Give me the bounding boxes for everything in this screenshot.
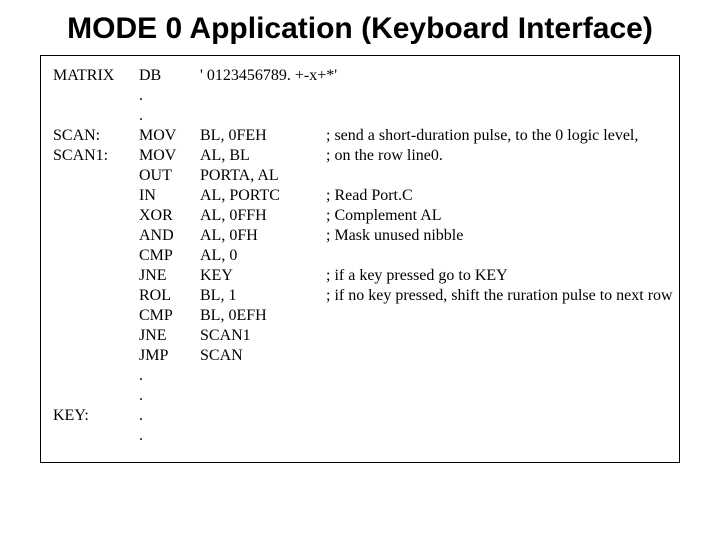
code-line-comment: ; Read Port.C — [326, 186, 667, 206]
code-line-op: CMP — [139, 306, 194, 326]
code-line: JNE KEY ; if a key pressed go to KEY — [53, 266, 667, 286]
code-line-label — [53, 86, 133, 106]
code-line-op: MOV — [139, 126, 194, 146]
code-line-operand: AL, 0FFH — [200, 206, 320, 226]
code-line-comment: ; Complement AL — [326, 206, 667, 226]
code-line: SCAN: MOV BL, 0FEH ; send a short-duration … — [53, 126, 667, 146]
code-line-op: MOV — [139, 146, 194, 166]
code-line-label — [53, 226, 133, 246]
code-line-comment — [326, 366, 667, 386]
code-line: SCAN1: MOV AL, BL ; on the row line0. — [53, 146, 667, 166]
code-line-label — [53, 346, 133, 366]
code-line: . — [53, 366, 667, 386]
code-line-comment — [326, 426, 667, 446]
code-line-op: JNE — [139, 326, 194, 346]
code-line-operand: PORTA, AL — [200, 166, 320, 186]
code-line-operand: SCAN1 — [200, 326, 320, 346]
code-line-label — [53, 246, 133, 266]
code-line-comment — [326, 166, 667, 186]
code-line-label — [53, 426, 133, 446]
code-line: IN AL, PORTC ; Read Port.C — [53, 186, 667, 206]
code-listing: MATRIX DB ' 0123456789. +-x+*'.. SCAN: MOV BL… — [40, 55, 680, 463]
code-line-operand: ' 0123456789. +-x+*' — [200, 66, 320, 86]
code-line-label: MATRIX — [53, 66, 133, 86]
code-line-comment: ; if no key pressed, shift the ruration … — [326, 286, 673, 306]
code-line: AND AL, 0FH ; Mask unused nibble — [53, 226, 667, 246]
code-line: . — [53, 386, 667, 406]
code-line: KEY:. — [53, 406, 667, 426]
code-line-op: . — [139, 386, 194, 406]
code-line-operand — [200, 366, 320, 386]
code-line-op: JNE — [139, 266, 194, 286]
page-title: MODE 0 Application (Keyboard Interface) — [40, 12, 680, 47]
code-line-comment — [326, 66, 667, 86]
code-line-operand — [200, 386, 320, 406]
code-line-operand — [200, 106, 320, 126]
code-line-operand — [200, 86, 320, 106]
code-line-operand: AL, PORTC — [200, 186, 320, 206]
code-line-comment — [326, 86, 667, 106]
code-line-op: IN — [139, 186, 194, 206]
code-line-label — [53, 266, 133, 286]
code-line: JMP SCAN — [53, 346, 667, 366]
code-line-label — [53, 286, 133, 306]
code-line-label — [53, 206, 133, 226]
code-line-label — [53, 306, 133, 326]
code-line-op: AND — [139, 226, 194, 246]
code-line-operand: BL, 0FEH — [200, 126, 320, 146]
code-line-operand — [200, 426, 320, 446]
code-line-comment: ; if a key pressed go to KEY — [326, 266, 667, 286]
code-line: XOR AL, 0FFH ; Complement AL — [53, 206, 667, 226]
code-line: . — [53, 86, 667, 106]
code-line-comment: ; send a short-duration pulse, to the 0 … — [326, 126, 667, 146]
code-line-label: SCAN: — [53, 126, 133, 146]
code-line-comment — [326, 326, 667, 346]
code-line-label — [53, 366, 133, 386]
code-line-op: . — [139, 106, 194, 126]
code-line-operand: AL, BL — [200, 146, 320, 166]
code-line-operand — [200, 406, 320, 426]
code-line-op: ROL — [139, 286, 194, 306]
code-line: MATRIX DB ' 0123456789. +-x+*' — [53, 66, 667, 86]
code-line: CMP AL, 0 — [53, 246, 667, 266]
code-line-operand: BL, 1 — [200, 286, 320, 306]
code-line-label: SCAN1: — [53, 146, 133, 166]
code-line-op: . — [139, 406, 194, 426]
code-line-label — [53, 386, 133, 406]
code-line-operand: AL, 0FH — [200, 226, 320, 246]
code-line-op: . — [139, 366, 194, 386]
code-line-op: . — [139, 86, 194, 106]
code-line-comment — [326, 346, 667, 366]
code-line-comment — [326, 246, 667, 266]
code-line-operand: BL, 0EFH — [200, 306, 320, 326]
code-line-label: KEY: — [53, 406, 133, 426]
code-line-op: OUT — [139, 166, 194, 186]
code-line-comment: ; Mask unused nibble — [326, 226, 667, 246]
code-line-op: JMP — [139, 346, 194, 366]
code-line-op: XOR — [139, 206, 194, 226]
code-line-operand: KEY — [200, 266, 320, 286]
code-line-operand: AL, 0 — [200, 246, 320, 266]
code-line-label — [53, 186, 133, 206]
code-line-comment — [326, 386, 667, 406]
code-line: . — [53, 106, 667, 126]
code-line-label — [53, 326, 133, 346]
code-line: JNE SCAN1 — [53, 326, 667, 346]
code-line-comment — [326, 306, 667, 326]
code-line-operand: SCAN — [200, 346, 320, 366]
code-line-comment — [326, 106, 667, 126]
code-line: OUT PORTA, AL — [53, 166, 667, 186]
code-line-label — [53, 166, 133, 186]
code-line-op: CMP — [139, 246, 194, 266]
code-line-label — [53, 106, 133, 126]
code-line: ROLBL, 1; if no key pressed, shift the r… — [53, 286, 667, 306]
code-line-comment — [326, 406, 667, 426]
code-line-op: . — [139, 426, 194, 446]
code-line: CMP BL, 0EFH — [53, 306, 667, 326]
code-line-comment: ; on the row line0. — [326, 146, 667, 166]
code-line: . — [53, 426, 667, 446]
code-line-op: DB — [139, 66, 194, 86]
